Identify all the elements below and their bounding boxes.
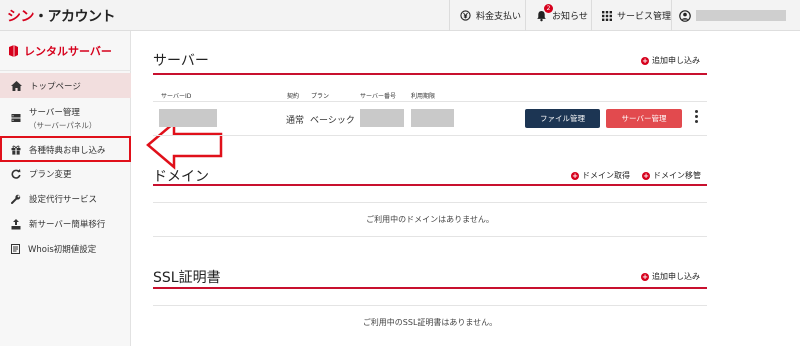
server-add-link[interactable]: + 追加申し込み: [641, 55, 700, 66]
sidebar-item-whois[interactable]: Whois初期値設定: [0, 237, 131, 261]
ssl-section-title: SSL証明書: [153, 270, 221, 286]
sidebar-item-sublabel: （サーバーパネル）: [29, 120, 97, 130]
table-row-top-border: [153, 101, 707, 102]
sidebar-item-label: 設定代行サービス: [29, 195, 98, 205]
domain-row-top-border: [153, 202, 707, 203]
ssl-empty-message: ご利用中のSSL証明書はありません。: [362, 318, 498, 327]
sidebar-item-server-manage[interactable]: サーバー管理 （サーバーパネル）: [0, 101, 131, 135]
notification-badge: 2: [544, 4, 553, 13]
sidebar-item-plan-change[interactable]: プラン変更: [0, 162, 131, 186]
top-header: シン・アカウント 料金支払い 2 お知らせ サービス管理: [0, 0, 800, 31]
server-section-title: サーバー: [153, 53, 209, 69]
more-options-icon[interactable]: [693, 110, 699, 126]
contract-value: 通常: [286, 116, 305, 126]
sidebar: レンタルサーバー トップページ サーバー管理 （サーバーパネル） 各種特典お申し…: [0, 31, 131, 346]
plus-circle-icon: +: [641, 56, 649, 65]
ssl-add-label: 追加申し込み: [652, 272, 700, 281]
plus-circle-icon: +: [571, 171, 579, 180]
logo[interactable]: シン・アカウント: [7, 6, 116, 26]
sidebar-item-label: Whois初期値設定: [28, 245, 97, 255]
domain-transfer-label: ドメイン移管: [653, 171, 701, 180]
user-menu[interactable]: [671, 0, 800, 31]
annotation-highlight-box: [0, 136, 131, 162]
sidebar-title[interactable]: レンタルサーバー: [0, 31, 131, 71]
column-header-server-number: サーバー番号: [360, 93, 396, 100]
server-add-label: 追加申し込み: [652, 56, 700, 65]
notifications-link[interactable]: 2 お知らせ: [525, 0, 591, 31]
server-icon: [11, 114, 21, 122]
sidebar-title-label: レンタルサーバー: [24, 44, 112, 58]
user-name-redacted: [696, 10, 786, 21]
server-id-redacted: [159, 109, 217, 127]
document-icon: [11, 244, 20, 254]
sidebar-item-setup-service[interactable]: 設定代行サービス: [0, 187, 131, 211]
server-manage-button[interactable]: サーバー管理: [606, 109, 682, 128]
sidebar-item-migration[interactable]: 新サーバー簡単移行: [0, 212, 131, 236]
expiry-redacted: [411, 109, 454, 127]
sidebar-item-label: サーバー管理: [29, 107, 80, 118]
plus-circle-icon: +: [642, 171, 650, 180]
yen-icon: [460, 10, 471, 21]
file-manager-button[interactable]: ファイル管理: [525, 109, 600, 128]
annotation-arrow-icon: [146, 120, 223, 170]
column-header-expiry: 利用期限: [411, 93, 436, 100]
services-menu[interactable]: サービス管理: [591, 0, 671, 31]
column-header-server-id: サーバーID: [161, 93, 192, 100]
domain-section-divider: [153, 184, 707, 186]
sidebar-item-label: プラン変更: [29, 170, 72, 180]
billing-link[interactable]: 料金支払い: [449, 0, 525, 31]
sidebar-item-label: トップページ: [30, 81, 81, 92]
sidebar-item-top[interactable]: トップページ: [0, 73, 131, 98]
domain-transfer-link[interactable]: + ドメイン移管: [642, 170, 701, 181]
column-header-plan: プラン: [311, 93, 330, 100]
plus-circle-icon: +: [641, 272, 649, 281]
transfer-icon: [11, 218, 21, 229]
user-icon: [679, 9, 691, 22]
plan-value: ベーシック: [310, 116, 355, 126]
grid-icon: [602, 10, 612, 21]
domain-empty-message: ご利用中のドメインはありません。: [366, 215, 494, 224]
domain-get-label: ドメイン取得: [582, 171, 630, 180]
ssl-section-divider: [153, 287, 707, 289]
sidebar-item-label-group: サーバー管理 （サーバーパネル）: [29, 106, 96, 131]
logo-text-brand: シン: [7, 9, 35, 25]
home-icon: [11, 80, 22, 91]
billing-label: 料金支払い: [476, 12, 522, 22]
server-number-redacted: [360, 109, 404, 127]
server-box-icon: [9, 44, 18, 57]
ssl-add-link[interactable]: + 追加申し込み: [641, 271, 700, 282]
sidebar-item-label: 新サーバー簡単移行: [29, 220, 106, 230]
domain-section-title: ドメイン: [153, 169, 209, 185]
column-header-contract: 契約: [287, 93, 300, 100]
notifications-label: お知らせ: [552, 12, 588, 22]
logo-text-account: ・アカウント: [34, 9, 116, 25]
server-section-divider: [153, 73, 707, 75]
domain-row-bottom-border: [153, 236, 707, 237]
wrench-icon: [11, 194, 21, 204]
domain-get-link[interactable]: + ドメイン取得: [571, 170, 630, 181]
table-row-bottom-border: [153, 135, 707, 136]
refresh-icon: [11, 169, 21, 179]
ssl-row-top-border: [153, 305, 707, 306]
services-label: サービス管理: [617, 12, 672, 22]
